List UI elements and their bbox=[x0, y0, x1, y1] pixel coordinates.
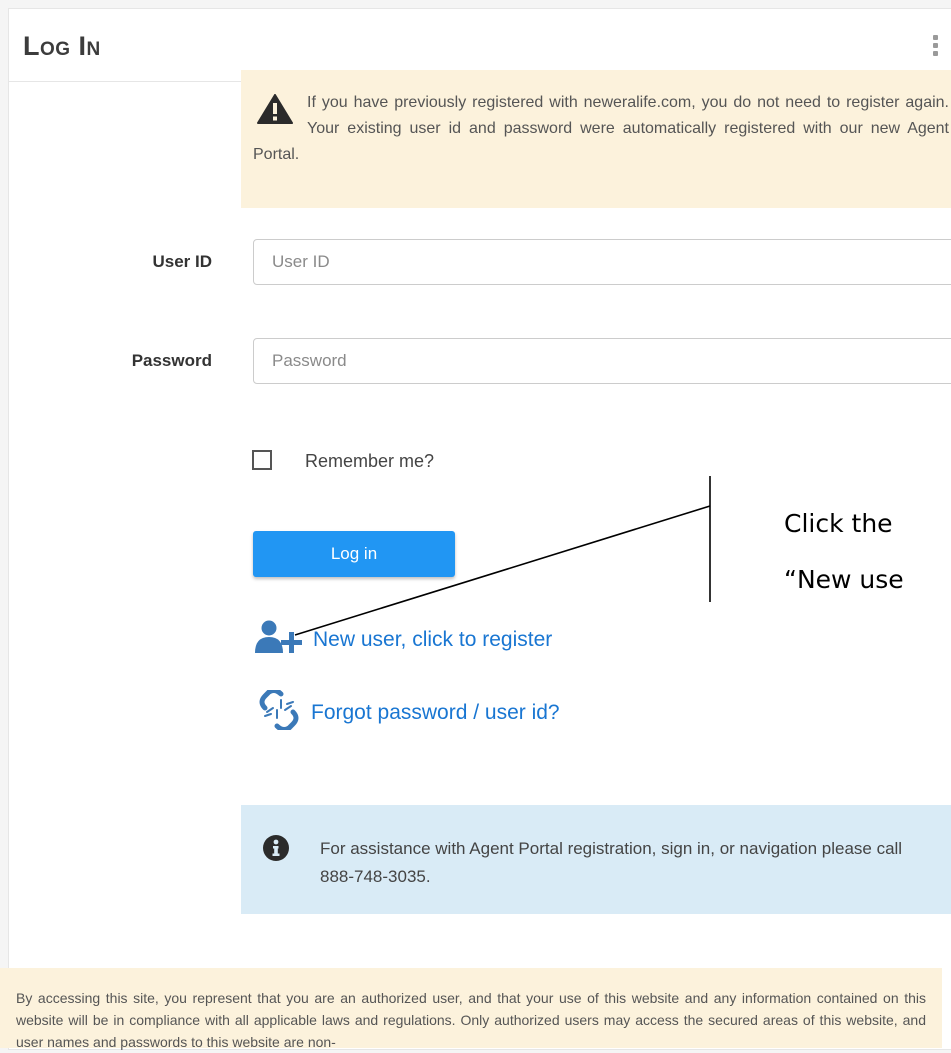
legal-disclaimer-text: By accessing this site, you represent th… bbox=[16, 990, 926, 1050]
forgot-password-link[interactable]: Forgot password / user id? bbox=[253, 687, 560, 735]
forgot-password-label[interactable]: Forgot password / user id? bbox=[311, 701, 560, 725]
legal-disclaimer: By accessing this site, you represent th… bbox=[0, 968, 942, 1050]
info-icon bbox=[263, 835, 289, 866]
register-link[interactable]: New user, click to register bbox=[253, 620, 552, 659]
annotation-text-line2: “New use bbox=[784, 565, 904, 594]
add-user-icon bbox=[253, 620, 305, 659]
register-link-label[interactable]: New user, click to register bbox=[313, 628, 552, 652]
assistance-info-box: For assistance with Agent Portal registr… bbox=[241, 805, 951, 914]
broken-link-icon bbox=[253, 687, 305, 735]
assistance-info-text: For assistance with Agent Portal registr… bbox=[320, 839, 903, 886]
annotation-text-line1: Click the bbox=[784, 509, 893, 538]
